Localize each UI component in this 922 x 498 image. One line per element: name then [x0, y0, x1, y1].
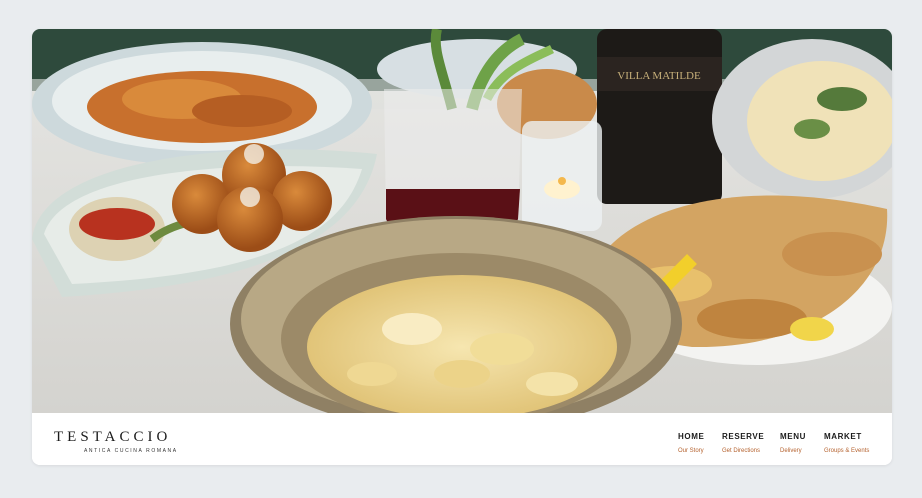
- brand-tagline: ANTICA CUCINA ROMANA: [84, 448, 178, 454]
- hero-food-photo: VILLA MATILDE: [32, 29, 892, 413]
- website-preview-card: VILLA MATILDE TESTACCIO ANTICA CUCINA RO…: [32, 29, 892, 465]
- nav-our-story-link[interactable]: Our Story: [678, 447, 704, 455]
- nav-item-reserve[interactable]: RESERVE Get Directions: [722, 432, 764, 455]
- brand-logo[interactable]: TESTACCIO ANTICA CUCINA ROMANA: [54, 429, 178, 454]
- wine-bottle-label: VILLA MATILDE: [617, 70, 701, 82]
- site-navigation-bar: TESTACCIO ANTICA CUCINA ROMANA HOME Our …: [32, 413, 892, 465]
- nav-item-home[interactable]: HOME Our Story: [678, 432, 704, 455]
- nav-delivery-link[interactable]: Delivery: [780, 447, 806, 455]
- nav-reserve-label[interactable]: RESERVE: [722, 432, 764, 442]
- brand-name: TESTACCIO: [54, 429, 172, 445]
- nav-get-directions-link[interactable]: Get Directions: [722, 447, 764, 455]
- nav-groups-events-link[interactable]: Groups & Events: [824, 447, 869, 455]
- nav-market-label[interactable]: MARKET: [824, 432, 869, 442]
- nav-item-market[interactable]: MARKET Groups & Events: [824, 432, 869, 455]
- nav-menu-label[interactable]: MENU: [780, 432, 806, 442]
- nav-item-menu[interactable]: MENU Delivery: [780, 432, 806, 455]
- nav-home-label[interactable]: HOME: [678, 432, 704, 442]
